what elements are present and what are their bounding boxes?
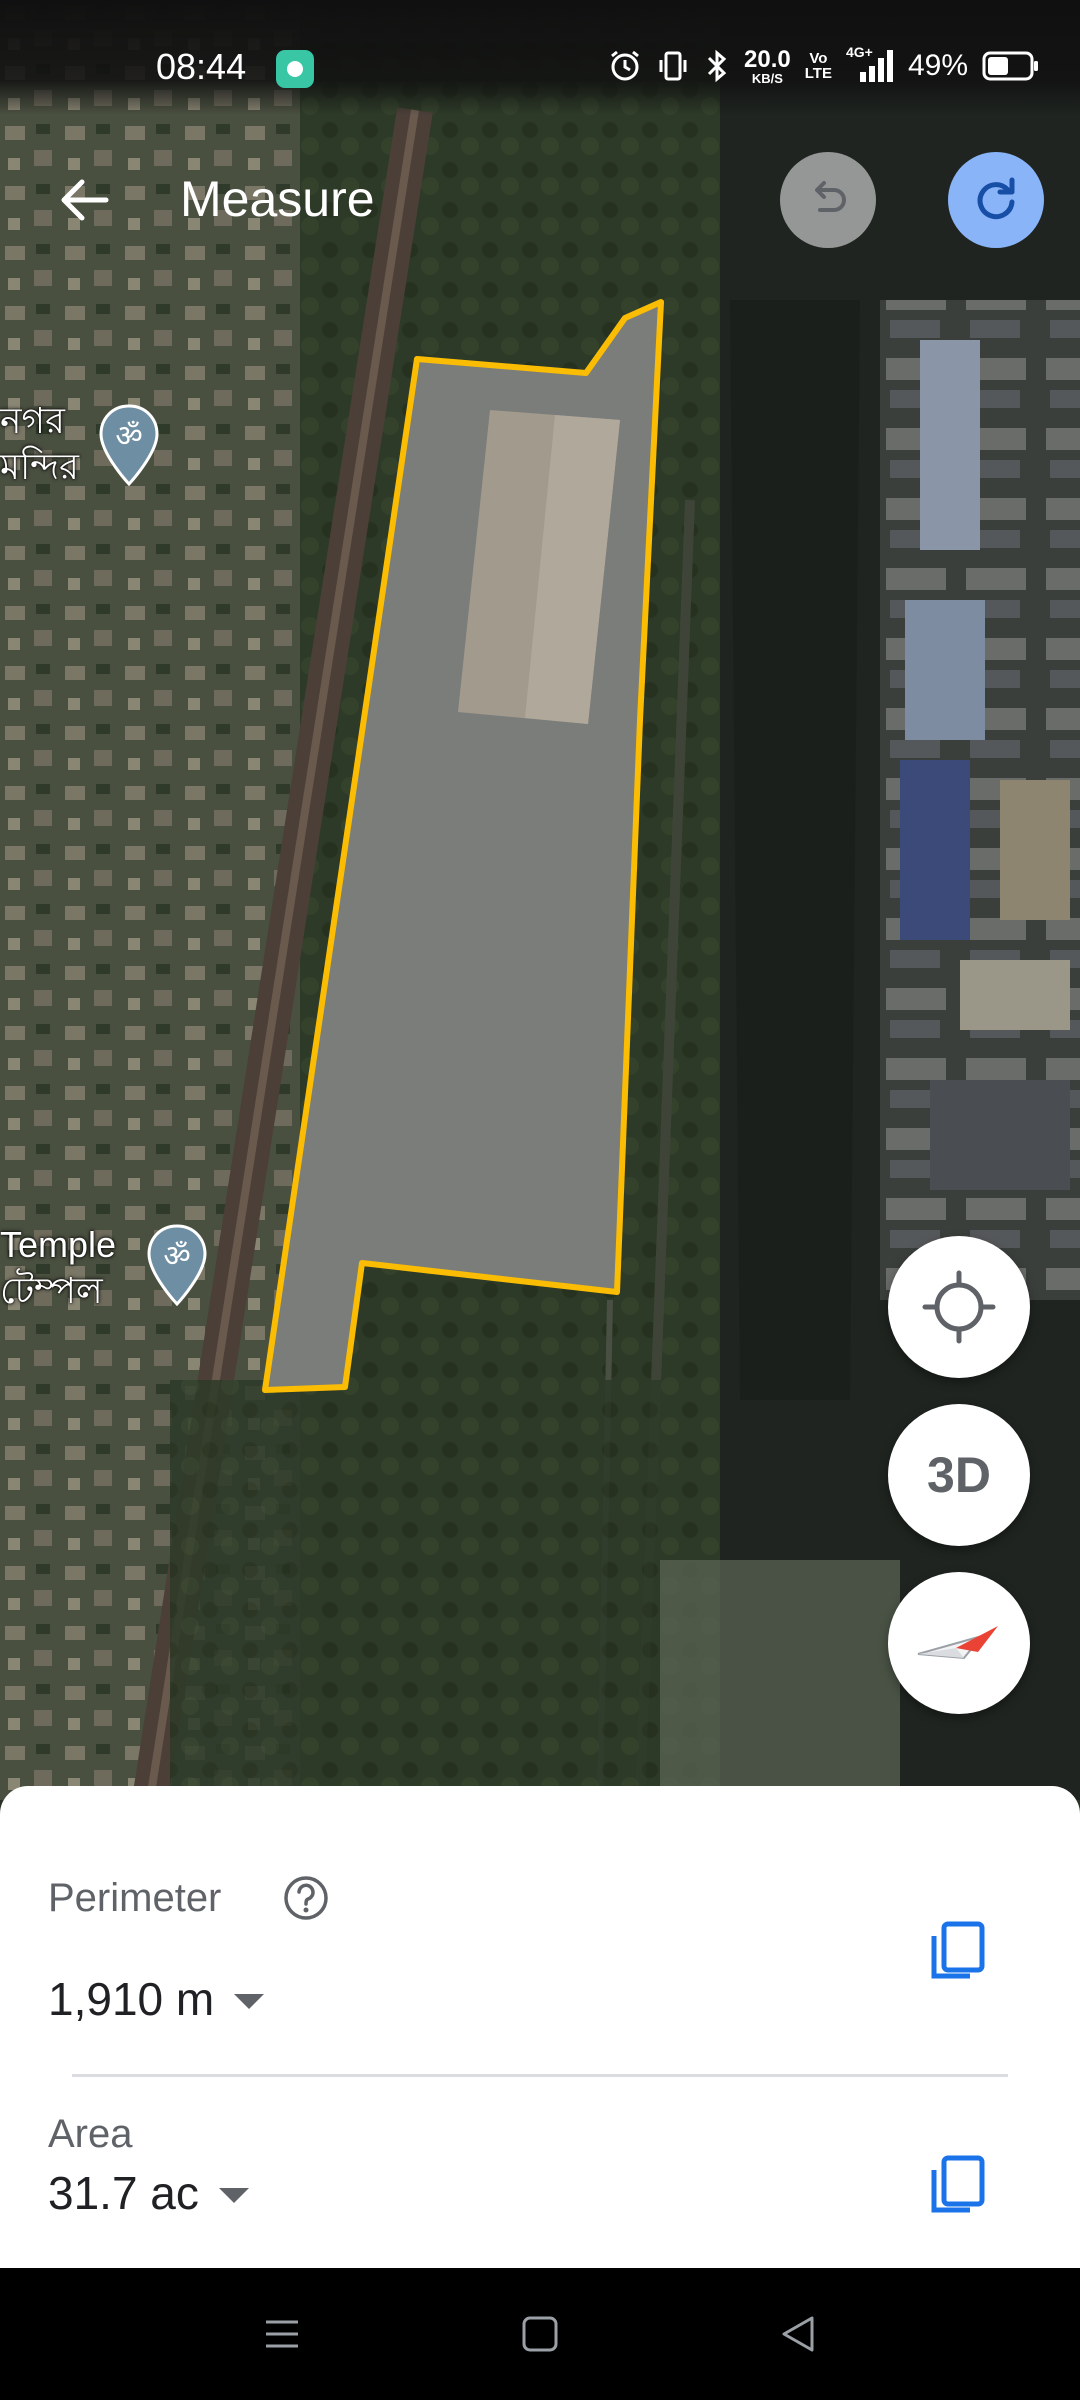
poi-label-line2: মন্দির [0, 446, 79, 487]
home-button[interactable] [510, 2304, 570, 2364]
volte-indicator: Vo LTE [805, 51, 832, 81]
divider [72, 2074, 1008, 2077]
battery-percent: 49% [907, 49, 968, 82]
copy-icon [931, 1921, 985, 1979]
3d-toggle-button[interactable]: 3D [888, 1404, 1030, 1546]
help-circle-icon [284, 1876, 328, 1920]
perimeter-value: 1,910 m [48, 1973, 215, 2025]
poi-label-line1: Temple [0, 1224, 117, 1265]
my-location-button[interactable] [888, 1236, 1030, 1378]
notification-app-icon [276, 50, 314, 88]
poi-label-line1: নগর [0, 400, 65, 441]
recent-apps-button[interactable] [252, 2304, 312, 2364]
network-speed: 20.0 KB/S [744, 45, 791, 86]
my-location-icon [922, 1270, 996, 1344]
area-value: 31.7 ac [48, 2167, 199, 2219]
poi-label-temple[interactable]: Temple টেম্পল [0, 1222, 116, 1314]
signal-strength-icon: 4G+ [846, 44, 894, 84]
svg-text:ॐ: ॐ [163, 1239, 190, 1274]
alarm-icon [611, 50, 639, 81]
copy-area-button[interactable] [918, 2144, 998, 2224]
vibrate-icon [659, 51, 687, 81]
menu-icon [266, 2320, 298, 2348]
undo-button[interactable] [780, 152, 876, 248]
3d-label: 3D [927, 1447, 991, 1503]
status-time: 08:44 [156, 46, 247, 87]
perimeter-label: Perimeter [48, 1876, 222, 1920]
compass-icon [917, 1626, 998, 1660]
redo-button[interactable] [948, 152, 1044, 248]
copy-perimeter-button[interactable] [918, 1910, 998, 1990]
system-back-button[interactable] [768, 2304, 828, 2364]
compass-button[interactable] [888, 1572, 1030, 1714]
arrow-back-icon [61, 179, 109, 221]
battery-icon [982, 51, 1038, 81]
perimeter-unit-dropdown[interactable]: 1,910 m [48, 1972, 265, 2026]
back-triangle-icon [782, 2316, 814, 2352]
poi-label-nagar-mandir[interactable]: নগর মন্দির [0, 398, 79, 490]
network-speed-unit: KB/S [751, 70, 783, 86]
network-speed-value: 20.0 [744, 45, 791, 73]
help-button[interactable] [282, 1874, 330, 1927]
svg-text:ॐ: ॐ [115, 419, 142, 454]
home-square-icon [522, 2316, 558, 2352]
copy-icon [931, 2155, 985, 2213]
bluetooth-icon [707, 49, 727, 83]
volte-top: Vo [809, 50, 828, 67]
chevron-down-icon [218, 2187, 249, 2203]
status-indicators: 20.0 KB/S Vo LTE 4G+ 49% [608, 44, 1040, 88]
poi-label-line2: টেম্পল [0, 1270, 103, 1311]
page-title: Measure [180, 171, 375, 227]
area-unit-dropdown[interactable]: 31.7 ac [48, 2166, 249, 2220]
measurement-sheet: Perimeter 1,910 m Area 31.7 ac [0, 1786, 1080, 2268]
redo-icon [977, 177, 1015, 220]
volte-bottom: LTE [804, 65, 832, 82]
area-label: Area [48, 2112, 133, 2156]
status-bar: 08:44 20.0 KB/S Vo LTE 4G+ 49% [0, 0, 1080, 115]
back-button[interactable] [52, 168, 116, 232]
undo-icon [815, 181, 846, 212]
system-nav-bar [0, 2268, 1080, 2400]
chevron-down-icon [234, 1993, 265, 2009]
